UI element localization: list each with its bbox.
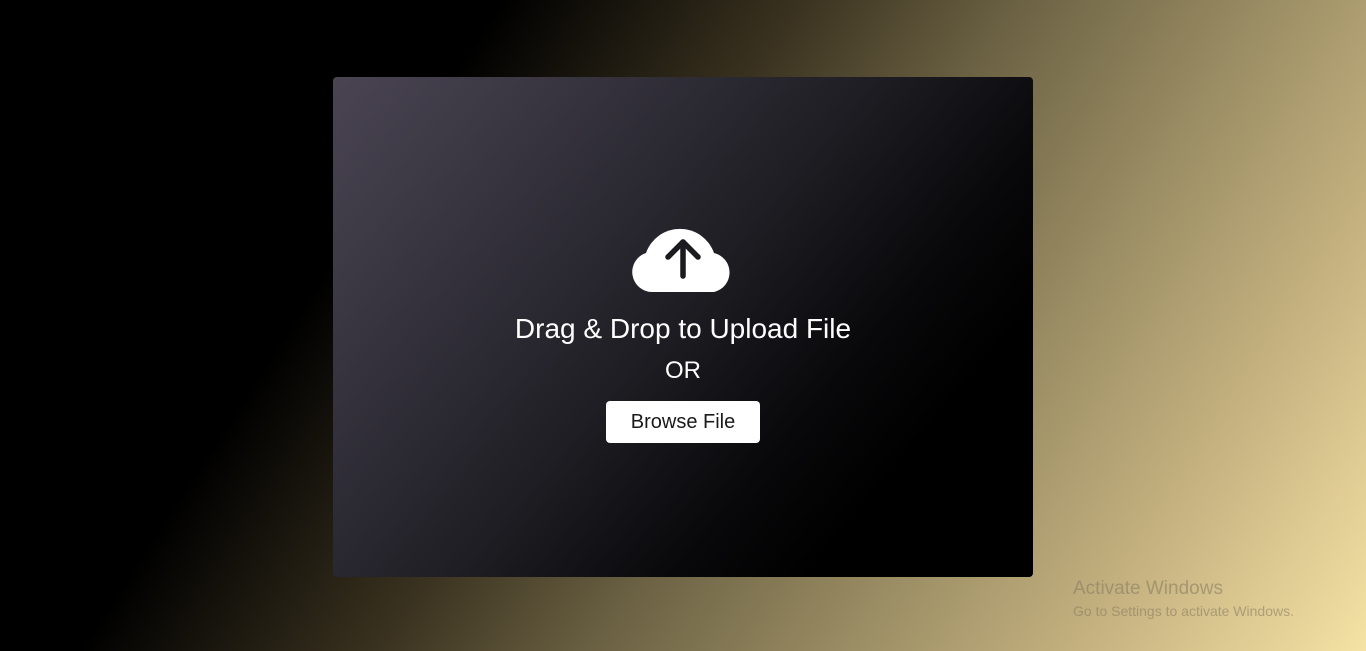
upload-title: Drag & Drop to Upload File (514, 313, 852, 344)
or-separator: OR (665, 357, 701, 384)
activate-windows-watermark: Activate Windows Go to Settings to activ… (1073, 578, 1294, 620)
watermark-subtitle: Go to Settings to activate Windows. (1073, 603, 1294, 619)
browse-file-button[interactable]: Browse File (606, 401, 760, 443)
watermark-title: Activate Windows (1073, 578, 1223, 599)
cloud-upload-icon (632, 228, 730, 292)
